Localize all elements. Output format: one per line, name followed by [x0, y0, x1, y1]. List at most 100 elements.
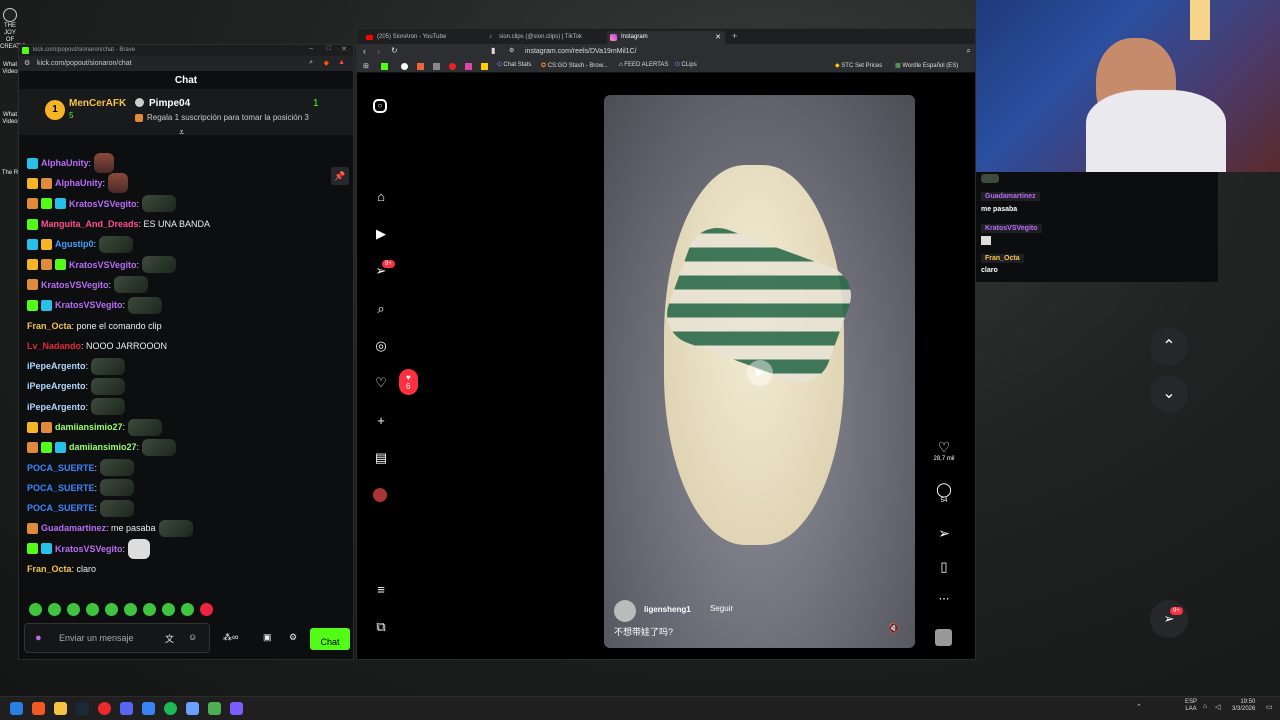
emote-icon[interactable]: [200, 603, 213, 616]
chat-emote[interactable]: [142, 438, 177, 456]
chrome-icon[interactable]: [98, 702, 111, 715]
forward-arrow-icon[interactable]: ›: [377, 46, 380, 56]
emote-icon[interactable]: [67, 603, 80, 616]
microphone-icon[interactable]: ●: [35, 632, 42, 644]
desktop-icon-obs[interactable]: THE JOY OF CREATIO...: [0, 8, 31, 51]
notification-bell-icon[interactable]: ▭: [1266, 703, 1273, 711]
chat-username[interactable]: damiiansimio27: [69, 442, 137, 452]
explore-compass-icon[interactable]: ◎: [373, 338, 389, 354]
emote-icon[interactable]: [29, 603, 42, 616]
chat-username[interactable]: AlphaUnity: [41, 158, 89, 168]
notifications-heart-icon[interactable]: ♡: [373, 375, 389, 391]
chat-username[interactable]: damiiansimio27: [55, 422, 123, 432]
minimize-button[interactable]: –: [309, 45, 313, 52]
brave-browser-icon[interactable]: [32, 702, 45, 715]
chat-username[interactable]: Guadamartinez: [41, 523, 106, 533]
chat-emote[interactable]: [128, 418, 163, 436]
bookmark-chatstats[interactable]: ⏻ Chat Stats: [497, 62, 531, 69]
emote-icon[interactable]: [143, 603, 156, 616]
translate-icon[interactable]: 文: [165, 632, 174, 645]
site-info-icon[interactable]: ⚙: [24, 59, 30, 67]
emote-icon[interactable]: [48, 603, 61, 616]
close-button[interactable]: ✕: [341, 45, 347, 53]
app-icon[interactable]: [208, 702, 221, 715]
bookmark-clips[interactable]: ⏻ CLips: [675, 62, 697, 69]
reel-video[interactable]: ▶ ligensheng1 Seguir 不想带娃了吗? 🔇: [604, 95, 915, 648]
monitor-app-icon[interactable]: [142, 702, 155, 715]
chat-emote[interactable]: [114, 276, 149, 294]
search-icon[interactable]: ⌕: [373, 301, 389, 317]
chat-username[interactable]: KratosVSVegito: [55, 544, 123, 554]
emoji-icon[interactable]: ☺: [188, 632, 197, 642]
brave-rewards-icon[interactable]: ▲: [338, 59, 345, 66]
previous-reel-button[interactable]: ⌃: [1150, 328, 1188, 366]
chat-emote[interactable]: [91, 377, 126, 395]
site-info-icon[interactable]: ⚙: [509, 47, 514, 54]
tray-chevron-icon[interactable]: ⌃: [1136, 703, 1142, 711]
chat-username[interactable]: Agustip0: [55, 239, 94, 249]
chat-username[interactable]: Manguita_And_Dreads: [41, 219, 139, 229]
bookmark-wordle[interactable]: ▦ Wordle Español (ES): [895, 62, 958, 69]
infinity-icon[interactable]: ⁂∞: [223, 632, 238, 643]
app-icon[interactable]: [186, 702, 199, 715]
comment-action[interactable]: ◯ 54: [927, 481, 961, 504]
chat-emote[interactable]: [94, 153, 115, 174]
mute-icon[interactable]: 🔇: [888, 623, 899, 634]
chat-emote[interactable]: [100, 499, 135, 517]
tab-tiktok[interactable]: ♪ sion.clips (@sion.clips) | TikTok: [485, 31, 603, 44]
emote-icon[interactable]: [86, 603, 99, 616]
bookmark-icon[interactable]: ▮: [491, 46, 495, 55]
apps-grid-icon[interactable]: ⊞: [363, 62, 369, 70]
chat-emote[interactable]: [158, 519, 193, 537]
next-reel-button[interactable]: ⌄: [1150, 375, 1188, 413]
chat-username[interactable]: Fran_Octa: [27, 564, 72, 574]
chat-username[interactable]: KratosVSVegito: [69, 260, 137, 270]
save-bookmark-icon[interactable]: ▯: [927, 559, 961, 575]
bookmark-icon[interactable]: [401, 63, 408, 70]
bookmark-csgo[interactable]: ✪ CS:GO Stash - Brow...: [541, 62, 608, 69]
chat-emote[interactable]: [91, 398, 126, 416]
bookmark-feed[interactable]: ⌂ FEED ALERTAS: [619, 62, 668, 68]
reload-icon[interactable]: ↻: [391, 46, 398, 55]
instagram-logo-icon[interactable]: ○: [373, 99, 387, 113]
share-icon[interactable]: ➢: [927, 525, 961, 542]
clock[interactable]: 19:50 3/3/2026: [1232, 699, 1255, 713]
chat-username[interactable]: KratosVSVegito: [55, 300, 123, 310]
desktop-icon-video2[interactable]: What Video: [0, 112, 20, 126]
maximize-button[interactable]: □: [327, 45, 331, 52]
close-tab-icon[interactable]: ✕: [715, 33, 721, 41]
brave-shield-icon[interactable]: ◆: [324, 59, 329, 67]
bookmark-icon[interactable]: [449, 63, 456, 70]
chat-username[interactable]: Lv_Nadando: [27, 341, 81, 351]
chat-username[interactable]: POCA_SUERTE: [27, 463, 95, 473]
language-indicator[interactable]: ESP LAA: [1185, 699, 1197, 713]
tab-youtube[interactable]: (205) SionAron - YouTube: [363, 31, 481, 44]
chat-username[interactable]: POCA_SUERTE: [27, 503, 95, 513]
bookmark-kick-icon[interactable]: [381, 63, 388, 70]
chat-emote[interactable]: [91, 357, 126, 375]
emote-icon[interactable]: [162, 603, 175, 616]
chat-username[interactable]: AlphaUnity: [55, 178, 103, 188]
home-icon[interactable]: ⌂: [373, 189, 389, 205]
desktop-icon-r[interactable]: The R: [0, 170, 20, 177]
emote-icon[interactable]: [181, 603, 194, 616]
dashboard-icon[interactable]: ▤: [373, 450, 389, 466]
tab-instagram[interactable]: Instagram ✕: [607, 31, 725, 44]
chat-username[interactable]: Fran_Octa: [27, 321, 72, 331]
chat-username[interactable]: iPepeArgento: [27, 402, 86, 412]
chat-username[interactable]: POCA_SUERTE: [27, 483, 95, 493]
like-action[interactable]: ♡ 28,7 mil: [927, 439, 961, 462]
bookmark-stc[interactable]: ◆ STC Set Prices: [835, 62, 882, 69]
address-bar[interactable]: ⚙ kick.com/popout/sionaron/chat ⌕ ◆ ▲: [19, 56, 353, 71]
more-options-icon[interactable]: ⋯: [927, 592, 961, 605]
bookmark-icon[interactable]: [481, 63, 488, 70]
chat-emote[interactable]: [100, 479, 135, 497]
follow-button[interactable]: Seguir: [704, 599, 740, 618]
send-chat-button[interactable]: Chat: [310, 628, 350, 650]
zoom-icon[interactable]: ⌕: [967, 46, 971, 56]
chat-emote[interactable]: [100, 459, 135, 477]
chat-emote[interactable]: [108, 173, 129, 194]
chat-emote[interactable]: [142, 195, 177, 213]
bookmark-icon[interactable]: [465, 63, 472, 70]
chat-username[interactable]: KratosVSVegito: [41, 280, 109, 290]
